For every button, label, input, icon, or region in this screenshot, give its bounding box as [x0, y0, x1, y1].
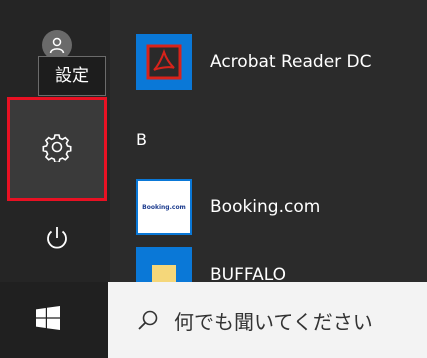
search-placeholder: 何でも聞いてください — [174, 309, 373, 334]
start-menu-screen: 設定 Acrobat Reader DC B Booking.com Booki… — [0, 0, 427, 358]
search-icon — [136, 308, 160, 332]
booking-tile-face: Booking.com — [138, 181, 190, 233]
section-header-b[interactable]: B — [136, 130, 147, 149]
booking-icon: Booking.com — [136, 179, 192, 235]
start-menu-left-rail — [0, 0, 110, 282]
app-label: Acrobat Reader DC — [210, 52, 372, 72]
app-item-acrobat-reader[interactable]: Acrobat Reader DC — [136, 32, 372, 92]
start-button[interactable] — [28, 300, 68, 340]
acrobat-icon — [136, 34, 192, 90]
power-icon — [43, 224, 71, 256]
app-item-buffalo[interactable]: BUFFALO — [136, 245, 286, 282]
taskbar: 何でも聞いてください — [0, 282, 427, 358]
app-label: Booking.com — [210, 197, 321, 217]
gear-icon — [42, 132, 72, 166]
windows-logo-icon — [36, 306, 60, 334]
booking-tile-text: Booking.com — [142, 203, 186, 211]
settings-tooltip: 設定 — [38, 56, 106, 96]
settings-button[interactable] — [7, 97, 107, 201]
folder-icon — [136, 247, 192, 282]
power-button[interactable] — [9, 210, 105, 270]
taskbar-search-box[interactable]: 何でも聞いてください — [108, 282, 427, 358]
app-item-booking[interactable]: Booking.com Booking.com — [136, 177, 320, 237]
app-label: BUFFALO — [210, 265, 286, 282]
app-list: Acrobat Reader DC B Booking.com Booking.… — [110, 0, 427, 282]
